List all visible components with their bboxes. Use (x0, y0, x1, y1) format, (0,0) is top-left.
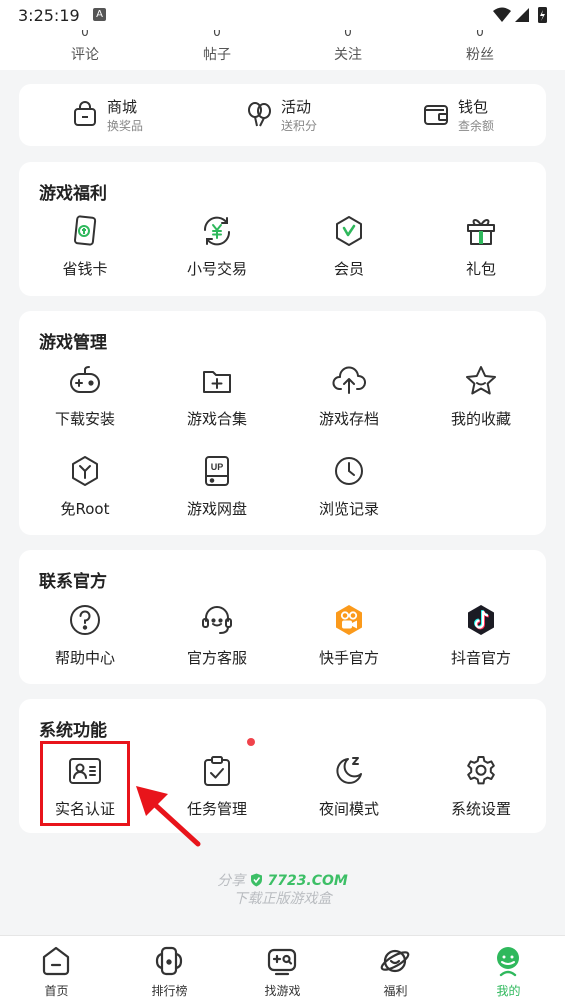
gamepad-icon (70, 366, 100, 393)
money-card-icon (73, 215, 97, 246)
ranking-icon (155, 946, 183, 976)
nav-profile[interactable]: 我的 (452, 936, 565, 1004)
yuan-exchange-icon (203, 216, 231, 246)
question-icon (70, 605, 100, 635)
notification-icon: A (93, 8, 106, 21)
manage-cloud-drive[interactable]: UP 游戏网盘 (151, 454, 283, 519)
gift-icon (467, 219, 495, 245)
annotation-arrow (136, 786, 201, 847)
stat-comments[interactable]: 0 评论 (45, 30, 125, 64)
stat-posts[interactable]: 0 帖子 (177, 30, 257, 64)
brand-logo: 7723.COM (250, 873, 348, 889)
cloud-drive-icon: UP (205, 456, 229, 486)
folder-plus-icon (203, 371, 231, 393)
quick-link-activity[interactable]: 活动 送积分 (245, 84, 355, 146)
contact-douyin[interactable]: 抖音官方 (415, 603, 547, 668)
manage-game-save[interactable]: 游戏存档 (283, 364, 415, 429)
contact-kuaishou[interactable]: 快手官方 (283, 603, 415, 668)
hexagon-y-icon (72, 456, 98, 486)
headset-icon (202, 606, 232, 634)
quick-link-mall[interactable]: 商城 换奖品 (71, 84, 181, 146)
profile-stats: 0 评论 0 帖子 0 关注 0 粉丝 (0, 30, 565, 70)
contact-customer-service[interactable]: 官方客服 (151, 603, 283, 668)
benefit-vip[interactable]: 会员 (283, 214, 415, 279)
task-notification-dot (247, 738, 255, 746)
status-bar: 3:25:19 A (0, 0, 565, 30)
home-icon (42, 946, 70, 976)
nav-find-game[interactable]: 找游戏 (226, 936, 339, 1004)
status-time: 3:25:19 (18, 6, 80, 25)
manage-no-root[interactable]: 免Root (19, 454, 151, 519)
quick-links-card: 商城 换奖品 活动 送积分 钱包 查余额 (19, 84, 546, 146)
benefit-account-trade[interactable]: 小号交易 (151, 214, 283, 279)
nav-home[interactable]: 首页 (0, 936, 113, 1004)
wallet-icon (424, 105, 448, 125)
nav-ranking[interactable]: 排行榜 (113, 936, 226, 1004)
manage-game-collection[interactable]: 游戏合集 (151, 364, 283, 429)
find-game-icon (267, 948, 297, 976)
nav-benefits[interactable]: 福利 (339, 936, 452, 1004)
bottom-nav: 首页 排行榜 找游戏 福利 我的 (0, 935, 565, 1004)
footer-share: 分享 7723.COM (217, 873, 348, 889)
system-night-mode[interactable]: 夜间模式 (283, 754, 415, 819)
quick-link-wallet[interactable]: 钱包 查余额 (422, 84, 532, 146)
stat-following[interactable]: 0 关注 (308, 30, 388, 64)
douyin-icon (468, 605, 494, 635)
stat-followers[interactable]: 0 粉丝 (440, 30, 520, 64)
shopping-bag-icon (74, 101, 96, 126)
vip-shield-icon (336, 216, 362, 246)
section-title-game-benefits: 游戏福利 (39, 184, 107, 204)
planet-icon (380, 949, 410, 973)
manage-browse-history[interactable]: 浏览记录 (283, 454, 415, 519)
cloud-upload-icon (332, 366, 366, 394)
game-benefits-card: 游戏福利 省钱卡 小号交易 会员 礼包 (19, 162, 546, 296)
manage-favorites[interactable]: 我的收藏 (415, 364, 547, 429)
manage-download-install[interactable]: 下载安装 (19, 364, 151, 429)
system-status-icons (493, 7, 547, 23)
game-management-card: 游戏管理 下载安装 游戏合集 游戏存档 我的收藏 免Root UP 游戏网盘 浏… (19, 311, 546, 535)
highlight-box (40, 741, 130, 826)
profile-icon (497, 947, 519, 977)
brand-shield-icon (250, 873, 262, 887)
section-title-system: 系统功能 (39, 721, 107, 741)
section-title-game-management: 游戏管理 (39, 333, 107, 353)
system-settings[interactable]: 系统设置 (415, 754, 547, 819)
clock-icon (335, 457, 363, 485)
benefit-money-card[interactable]: 省钱卡 (19, 214, 151, 279)
svg-text:UP: UP (211, 462, 224, 472)
balloons-icon (248, 102, 271, 127)
kuaishou-icon (336, 605, 362, 635)
section-title-contact: 联系官方 (39, 572, 107, 592)
gear-icon (467, 756, 495, 785)
footer-tagline: 下载正版游戏盒 (233, 891, 332, 907)
star-icon (466, 366, 496, 395)
contact-official-card: 联系官方 帮助中心 官方客服 快手官方 抖音官方 (19, 550, 546, 684)
contact-help-center[interactable]: 帮助中心 (19, 603, 151, 668)
benefit-gift-pack[interactable]: 礼包 (415, 214, 547, 279)
moon-icon (336, 757, 362, 784)
